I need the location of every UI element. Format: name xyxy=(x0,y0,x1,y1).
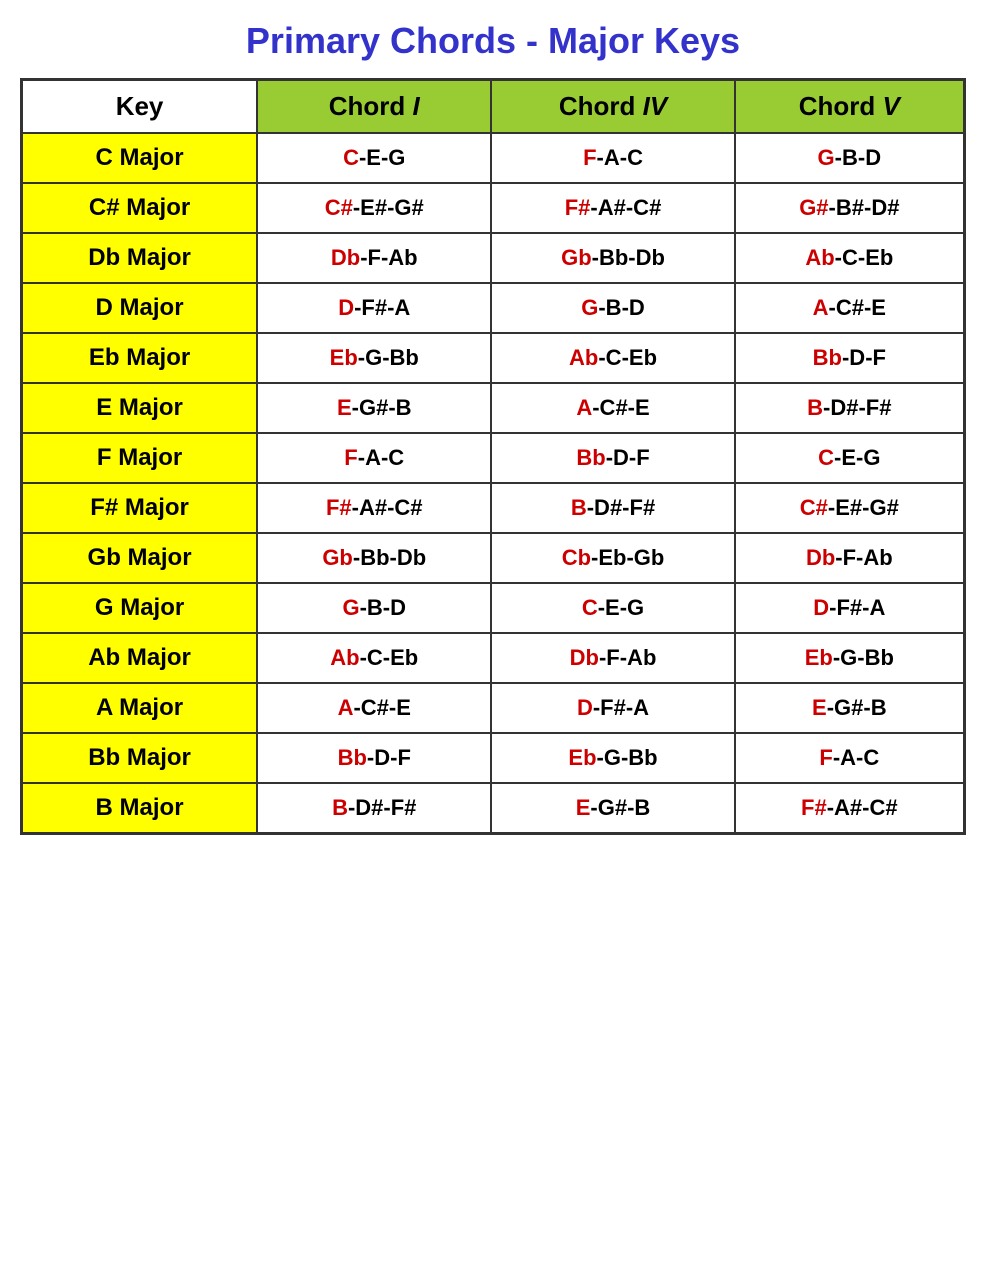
chord4-cell: D-F#-A xyxy=(491,683,734,733)
page-container: Primary Chords - Major Keys Key Chord I … xyxy=(20,20,966,835)
chord5-cell: F-A-C xyxy=(735,733,965,783)
key-cell: F Major xyxy=(22,433,258,483)
header-key: Key xyxy=(22,80,258,134)
chord4-cell: A-C#-E xyxy=(491,383,734,433)
chord4-cell: Gb-Bb-Db xyxy=(491,233,734,283)
chord5-cell: G-B-D xyxy=(735,133,965,183)
chord4-cell: G-B-D xyxy=(491,283,734,333)
chord1-cell: Gb-Bb-Db xyxy=(257,533,491,583)
chord4-cell: B-D#-F# xyxy=(491,483,734,533)
chord5-cell: Bb-D-F xyxy=(735,333,965,383)
key-cell: Eb Major xyxy=(22,333,258,383)
chord-table: Key Chord I Chord IV Chord V C MajorC-E-… xyxy=(20,78,966,835)
chord5-cell: C#-E#-G# xyxy=(735,483,965,533)
chord5-cell: A-C#-E xyxy=(735,283,965,333)
chord4-cell: Eb-G-Bb xyxy=(491,733,734,783)
chord5-cell: Ab-C-Eb xyxy=(735,233,965,283)
chord1-cell: Eb-G-Bb xyxy=(257,333,491,383)
chord5-cell: Eb-G-Bb xyxy=(735,633,965,683)
chord5-cell: Db-F-Ab xyxy=(735,533,965,583)
chord1-cell: D-F#-A xyxy=(257,283,491,333)
header-chord1: Chord I xyxy=(257,80,491,134)
chord1-cell: G-B-D xyxy=(257,583,491,633)
chord5-cell: C-E-G xyxy=(735,433,965,483)
chord1-cell: Bb-D-F xyxy=(257,733,491,783)
chord1-cell: F#-A#-C# xyxy=(257,483,491,533)
chord4-cell: C-E-G xyxy=(491,583,734,633)
chord5-cell: B-D#-F# xyxy=(735,383,965,433)
chord1-cell: B-D#-F# xyxy=(257,783,491,834)
key-cell: D Major xyxy=(22,283,258,333)
chord5-cell: D-F#-A xyxy=(735,583,965,633)
key-cell: E Major xyxy=(22,383,258,433)
key-cell: Ab Major xyxy=(22,633,258,683)
chord1-cell: Db-F-Ab xyxy=(257,233,491,283)
key-cell: B Major xyxy=(22,783,258,834)
chord4-cell: Bb-D-F xyxy=(491,433,734,483)
chord5-cell: E-G#-B xyxy=(735,683,965,733)
chord4-cell: Cb-Eb-Gb xyxy=(491,533,734,583)
key-cell: A Major xyxy=(22,683,258,733)
header-chord5: Chord V xyxy=(735,80,965,134)
page-title: Primary Chords - Major Keys xyxy=(20,20,966,62)
key-cell: Bb Major xyxy=(22,733,258,783)
chord1-cell: Ab-C-Eb xyxy=(257,633,491,683)
key-cell: G Major xyxy=(22,583,258,633)
header-chord4: Chord IV xyxy=(491,80,734,134)
chord5-cell: F#-A#-C# xyxy=(735,783,965,834)
chord1-cell: C-E-G xyxy=(257,133,491,183)
chord1-cell: E-G#-B xyxy=(257,383,491,433)
chord4-cell: F#-A#-C# xyxy=(491,183,734,233)
chord5-cell: G#-B#-D# xyxy=(735,183,965,233)
key-cell: F# Major xyxy=(22,483,258,533)
key-cell: C# Major xyxy=(22,183,258,233)
key-cell: Db Major xyxy=(22,233,258,283)
chord1-cell: A-C#-E xyxy=(257,683,491,733)
key-cell: Gb Major xyxy=(22,533,258,583)
chord4-cell: Ab-C-Eb xyxy=(491,333,734,383)
chord1-cell: F-A-C xyxy=(257,433,491,483)
chord4-cell: E-G#-B xyxy=(491,783,734,834)
key-cell: C Major xyxy=(22,133,258,183)
chord1-cell: C#-E#-G# xyxy=(257,183,491,233)
chord4-cell: Db-F-Ab xyxy=(491,633,734,683)
chord4-cell: F-A-C xyxy=(491,133,734,183)
